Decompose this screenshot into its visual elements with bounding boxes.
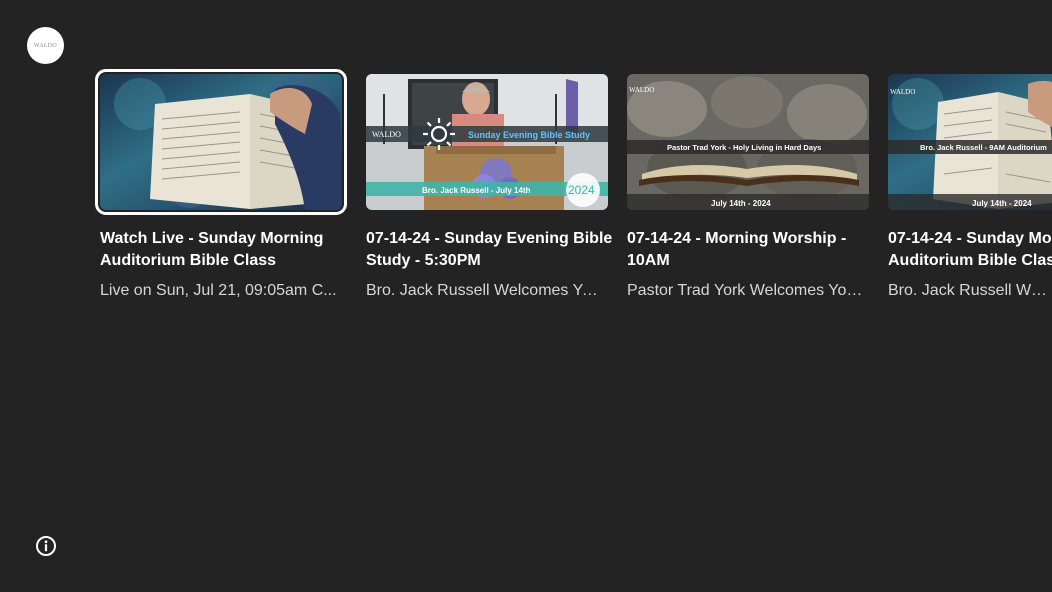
video-row: Watch Live - Sunday Morning Auditorium B…	[0, 0, 1052, 592]
video-card-sunday-morning[interactable]: WALDO Bro. Jack Russell - 9AM Auditorium…	[888, 74, 1052, 302]
info-icon	[36, 536, 56, 556]
overlay-title: Bro. Jack Russell - 9AM Auditorium	[920, 143, 1047, 152]
video-card-morning-worship[interactable]: WALDO Pastor Trad York - Holy Living in …	[627, 74, 869, 302]
overlay-title: Pastor Trad York - Holy Living in Hard D…	[667, 143, 821, 152]
overlay-date: July 14th - 2024	[972, 199, 1032, 208]
bible-thumbnail-image	[100, 74, 342, 210]
video-title: 07-14-24 - Sunday Evening Bible Study - …	[366, 230, 613, 269]
video-card-evening-study[interactable]: WALDO Sunday Evening Bible Study Bro. Ja…	[366, 74, 612, 302]
info-button[interactable]	[35, 535, 57, 557]
video-title-line: 07-14-24 - Sunday Mo	[888, 230, 1052, 247]
overlay-brand: WALDO	[372, 130, 401, 139]
overlay-brand: WALDO	[890, 88, 915, 96]
video-thumbnail[interactable]: WALDO Sunday Evening Bible Study Bro. Ja…	[366, 74, 608, 210]
overlay-date: July 14th - 2024	[711, 199, 771, 208]
video-thumbnail[interactable]: WALDO Pastor Trad York - Holy Living in …	[627, 74, 869, 210]
video-subtitle: Live on Sun, Jul 21, 09:05am C...	[100, 282, 337, 299]
overlay-brand: WALDO	[629, 86, 654, 94]
video-subtitle: Bro. Jack Russell Welcomes Yo...	[366, 282, 604, 299]
video-thumbnail[interactable]	[95, 69, 347, 215]
preacher-thumbnail-image: WALDO Sunday Evening Bible Study Bro. Ja…	[366, 74, 608, 210]
bible-thumbnail-image: WALDO Bro. Jack Russell - 9AM Auditorium…	[888, 74, 1052, 210]
video-subtitle: Bro. Jack Russell Welco	[888, 282, 1052, 299]
overlay-year: 2024	[568, 183, 595, 197]
open-book-thumbnail-image: WALDO Pastor Trad York - Holy Living in …	[627, 74, 869, 210]
video-title-line: Auditorium Bible Clas	[888, 252, 1052, 269]
overlay-speaker: Bro. Jack Russell - July 14th	[422, 186, 531, 195]
video-subtitle: Pastor Trad York Welcomes You...	[627, 282, 865, 299]
video-card-live[interactable]: Watch Live - Sunday Morning Auditorium B…	[95, 69, 347, 302]
app-screen: WALDO Watch Live - Sunday Morning Audito…	[0, 0, 1052, 592]
video-title: 07-14-24 - Sunday Mo Auditorium Bible Cl…	[888, 228, 1052, 272]
video-title: Watch Live - Sunday Morning Auditorium B…	[100, 230, 324, 269]
video-thumbnail[interactable]: WALDO Bro. Jack Russell - 9AM Auditorium…	[888, 74, 1052, 210]
overlay-title: Sunday Evening Bible Study	[468, 130, 590, 140]
video-title: 07-14-24 - Morning Worship - 10AM	[627, 230, 847, 269]
